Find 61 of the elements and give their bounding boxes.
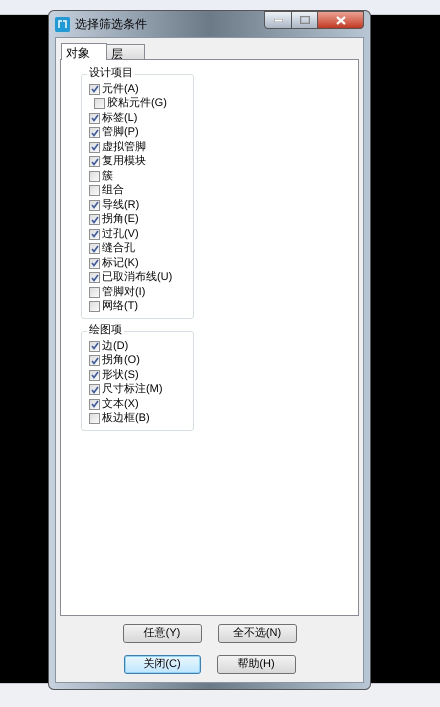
checkbox-label: 元件(A) [102, 84, 139, 95]
dialog-button[interactable]: 帮助(H) [216, 655, 296, 674]
checkbox-label: 边(D) [102, 340, 128, 352]
checkbox-label: 已取消布线(U) [102, 272, 172, 284]
checkbox-label: 复用模块 [102, 156, 146, 168]
checkbox[interactable] [89, 156, 100, 168]
checkbox-label: 标签(L) [102, 112, 138, 124]
checkbox[interactable] [89, 286, 100, 298]
checkbox[interactable] [89, 370, 100, 381]
checkbox-label: 虚拟管脚 [102, 142, 146, 153]
checkbox[interactable] [89, 258, 100, 269]
checkbox-label: 网络(T) [102, 301, 138, 312]
checkbox[interactable] [89, 200, 100, 211]
checkbox-label: 组合 [102, 185, 124, 196]
checkbox[interactable] [89, 243, 100, 254]
checkbox-label: 管脚对(I) [102, 286, 146, 298]
checkbox-label: 标记(K) [102, 258, 139, 269]
checkbox[interactable] [89, 413, 100, 424]
checkbox-label: 尺寸标注(M) [102, 384, 162, 396]
checkbox-label: 管脚(P) [102, 127, 139, 138]
maximize-button[interactable] [292, 11, 318, 29]
group-title: 绘图项 [87, 325, 124, 336]
checkbox[interactable] [89, 170, 100, 182]
checkbox[interactable] [94, 98, 105, 110]
group-title: 设计项目 [87, 68, 135, 79]
window-title: 选择筛选条件 [75, 16, 147, 33]
checkbox-label: 胶粘元件(G) [107, 98, 167, 110]
checkbox-label: 过孔(V) [102, 228, 139, 240]
checkbox[interactable] [89, 355, 100, 366]
checkbox-label: 板边框(B) [102, 413, 150, 424]
checkbox[interactable] [89, 214, 100, 226]
checkbox[interactable] [89, 398, 100, 410]
checkbox-label: 导线(R) [102, 200, 140, 211]
minimize-icon [274, 18, 282, 22]
checkbox-label: 拐角(O) [102, 355, 140, 366]
dialog-button[interactable]: 任意(Y) [122, 624, 202, 643]
checkbox-label: 形状(S) [102, 370, 139, 381]
close-button[interactable] [318, 11, 364, 29]
dialog-button[interactable]: 全不选(N) [218, 624, 296, 643]
checkbox[interactable] [89, 127, 100, 138]
checkbox[interactable] [89, 384, 100, 396]
checkbox[interactable] [89, 301, 100, 312]
checkmark-icon [90, 85, 98, 94]
close-icon [336, 16, 346, 24]
checkbox[interactable] [89, 84, 100, 95]
dialog-button[interactable]: 关闭(C) [124, 655, 200, 674]
tab[interactable]: 对象 [61, 43, 107, 60]
tab[interactable]: 层 [107, 44, 145, 59]
minimize-button[interactable] [264, 11, 292, 29]
checkbox[interactable] [89, 112, 100, 124]
app-icon [55, 16, 70, 32]
checkbox[interactable] [89, 340, 100, 352]
checkbox-label: 文本(X) [102, 398, 139, 410]
checkbox[interactable] [89, 185, 100, 196]
checkbox[interactable] [89, 272, 100, 284]
checkbox[interactable] [89, 228, 100, 240]
checkbox-label: 缝合孔 [102, 243, 135, 254]
checkbox[interactable] [89, 142, 100, 153]
maximize-icon [300, 16, 310, 24]
checkbox-label: 簇 [102, 170, 113, 182]
checkbox-label: 拐角(E) [102, 214, 139, 226]
